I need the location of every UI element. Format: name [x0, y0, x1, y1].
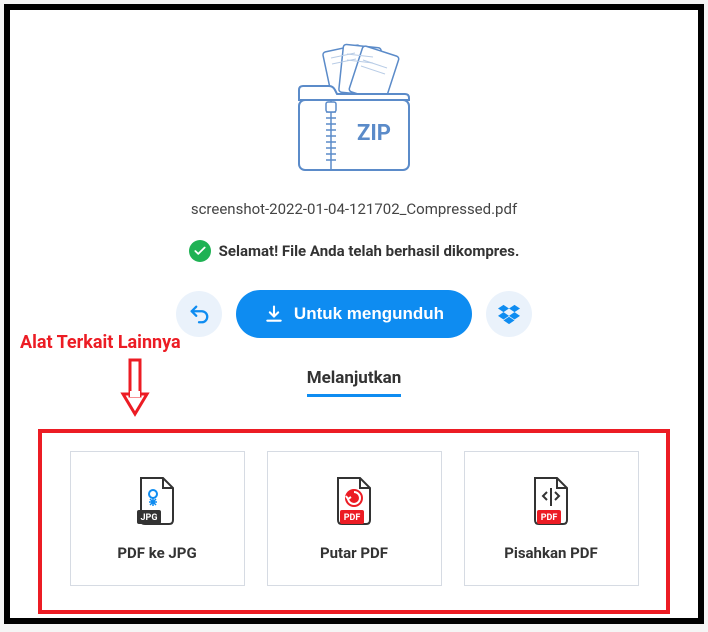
tool-label: PDF ke JPG	[117, 544, 196, 562]
download-button-label: Untuk mengunduh	[294, 304, 444, 324]
tool-pdf-to-jpg[interactable]: JPG PDF ke JPG	[70, 451, 245, 586]
undo-icon	[188, 303, 210, 325]
split-pdf-icon: PDF	[529, 476, 573, 526]
success-message-row: Selamat! File Anda telah berhasil dikomp…	[189, 240, 520, 262]
tool-label: Putar PDF	[320, 544, 388, 562]
pdf-to-jpg-icon: JPG	[135, 476, 179, 526]
tool-rotate-pdf[interactable]: PDF Putar PDF	[267, 451, 442, 586]
continue-tab[interactable]: Melanjutkan	[307, 368, 402, 397]
rotate-pdf-icon: PDF	[332, 476, 376, 526]
dropbox-icon	[498, 303, 520, 325]
tool-label: Pisahkan PDF	[504, 544, 598, 562]
success-text: Selamat! File Anda telah berhasil dikomp…	[219, 242, 520, 260]
zip-folder-illustration: ZIP	[279, 40, 429, 180]
svg-text:JPG: JPG	[141, 513, 158, 523]
action-row: Untuk mengunduh	[176, 290, 532, 338]
tool-split-pdf[interactable]: PDF Pisahkan PDF	[464, 451, 639, 586]
annotation-arrow-icon	[120, 358, 150, 418]
svg-text:ZIP: ZIP	[357, 121, 391, 146]
check-icon	[189, 240, 211, 262]
download-icon	[264, 304, 284, 324]
annotation-label: Alat Terkait Lainnya	[20, 332, 181, 353]
svg-text:PDF: PDF	[541, 513, 558, 523]
svg-text:PDF: PDF	[344, 513, 361, 523]
dropbox-button[interactable]	[486, 291, 532, 337]
filename-text: screenshot-2022-01-04-121702_Compressed.…	[191, 200, 517, 218]
retry-button[interactable]	[176, 291, 222, 337]
related-tools-box: JPG PDF ke JPG PDF Putar PDF	[38, 429, 670, 614]
download-button[interactable]: Untuk mengunduh	[236, 290, 472, 338]
